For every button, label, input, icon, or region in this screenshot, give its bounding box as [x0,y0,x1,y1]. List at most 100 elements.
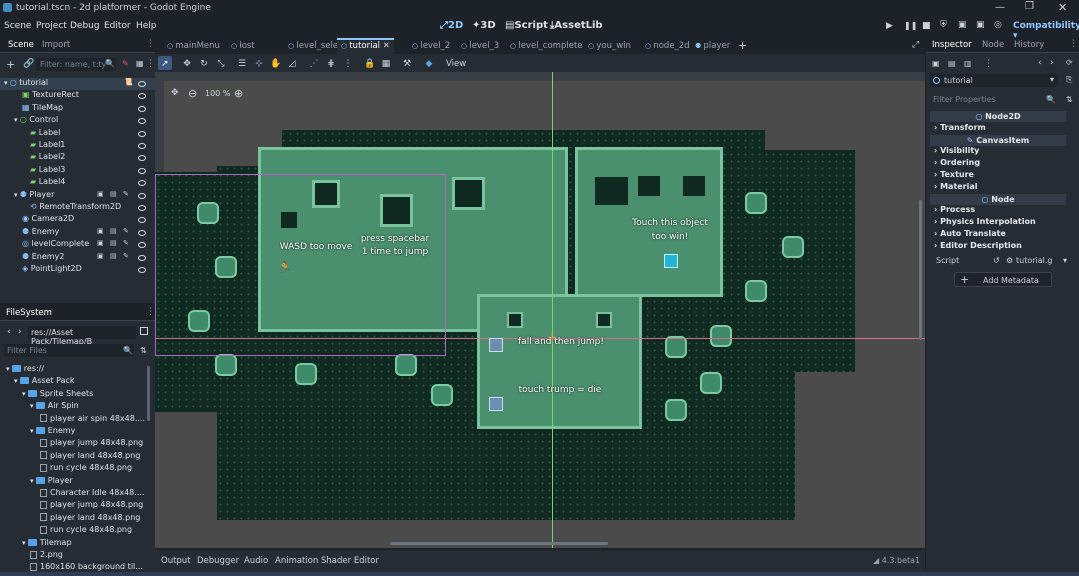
scene-node-pointlight2d[interactable]: ◈ PointLight2D [22,264,82,276]
scene-tab-you_win[interactable]: ○ you_win [584,38,635,54]
file-item[interactable]: player land 48x48.png [40,451,140,460]
snap-options-icon[interactable]: ⋮ [343,59,353,69]
filter-options-icon[interactable]: ▦ [136,59,144,68]
dock-menu-icon[interactable]: ⋮ [146,39,155,49]
instance-icon[interactable]: ▣ [97,252,104,260]
scale-icon[interactable]: ⤡ [216,59,226,69]
expand-arrow-icon[interactable]: ▾ [22,390,28,398]
section-editor-description[interactable]: › Editor Description [934,241,1022,250]
instance-icon[interactable]: ▣ [97,190,104,198]
add-node-icon[interactable]: + [6,58,15,71]
visibility-eye-icon[interactable] [138,93,146,100]
section-transform[interactable]: › Transform [934,123,986,132]
maximize-icon[interactable]: ❐ [1025,1,1034,12]
tab-history[interactable]: History [1014,40,1044,50]
visibility-eye-icon[interactable] [138,217,146,224]
visibility-eye-icon[interactable] [138,81,146,87]
skeleton-icon[interactable]: ⚒ [402,59,412,69]
inspector-menu-icon[interactable]: ⋮ [1069,39,1078,49]
file-item[interactable]: player jump 48x48.png [40,500,143,509]
file-item[interactable]: player air spin 48x48.... [40,414,145,423]
path-field[interactable]: res://Asset Pack/Tilemap/B [28,326,136,346]
viewport-v-scrollbar[interactable] [919,200,922,340]
pause-icon[interactable]: ❚❚ [904,21,917,30]
expand-arrow-icon[interactable]: ▾ [22,539,28,547]
filter-properties-input[interactable]: Filter Properties [930,93,1058,106]
visibility-eye-icon[interactable] [138,205,146,211]
move-icon[interactable]: ✥ [182,59,192,69]
visibility-eye-icon[interactable] [138,130,146,137]
visibility-eye-icon[interactable] [138,167,146,174]
forward-icon[interactable]: › [18,327,22,337]
scene-tab-tutorial[interactable]: ○ tutorial ✕ [337,38,394,54]
scene-node-texturerect[interactable]: ▣ TextureRect [22,90,79,102]
tab-shader-editor[interactable]: Shader Editor [321,556,379,566]
tab-animation[interactable]: Animation [275,556,318,566]
scene-filter-input[interactable]: Filter: name, t:ty [36,58,116,71]
scene-node-label[interactable]: ▰ Label [30,128,60,140]
script-attached-icon[interactable]: ✎ [123,190,129,198]
instance-icon[interactable]: ▣ [97,239,104,247]
viewport-h-scrollbar[interactable] [390,542,608,545]
split-view-icon[interactable] [140,327,148,335]
script-attached-icon[interactable]: 📜 [124,78,133,86]
script-icon[interactable]: ✎ [122,59,129,68]
level-complete-object[interactable] [664,254,678,268]
expand-arrow-icon[interactable]: ▾ [30,477,36,485]
visibility-eye-icon[interactable] [138,242,146,249]
ruler-icon[interactable]: ◿ [287,59,297,69]
visibility-eye-icon[interactable] [138,155,146,162]
folder-item[interactable]: ▾ Player [30,476,73,485]
scene-tab-level_complete[interactable]: ○ level_complete [506,38,587,54]
section-process[interactable]: › Process [934,205,975,214]
remote-debug-icon[interactable]: ⛨ [940,20,947,30]
sort-icon[interactable]: ⇅ [140,346,147,355]
scene-node-label1[interactable]: ▰ Label1 [30,140,65,152]
group-icon[interactable]: ▦ [381,59,391,69]
tab-debugger[interactable]: Debugger [197,556,239,566]
play-scene-icon[interactable]: ▣ [976,20,985,30]
file-item[interactable]: player jump 48x48.png [40,438,143,447]
filesystem-menu-icon[interactable]: ⋮ [146,307,155,317]
resource-menu-icon[interactable]: ⋮ [984,59,993,69]
scene-node-label3[interactable]: ▰ Label3 [30,165,65,177]
signals-icon[interactable]: ▤ [110,252,117,260]
folder-item[interactable]: ▾ Air Spin [30,401,79,410]
scene-node-remotetransform2d[interactable]: ⟲ RemoteTransform2D [30,202,121,214]
scene-node-tilemap[interactable]: ▦ TileMap [22,103,63,115]
folder-item[interactable]: ▾ Asset Pack [14,376,75,385]
play-icon[interactable]: ▶ [886,21,893,31]
camera-override-icon[interactable]: ◆ [424,59,434,69]
scene-tab-player[interactable]: ⚉ player [691,38,734,54]
section-auto-translate[interactable]: › Auto Translate [934,229,1006,238]
section-visibility[interactable]: › Visibility [934,146,979,155]
tab-output[interactable]: Output [161,556,191,566]
section-texture[interactable]: › Texture [934,170,974,179]
chevron-down-icon[interactable]: ▾ [1063,256,1067,265]
revert-icon[interactable]: ↺ [993,256,1000,265]
filesystem-scrollbar[interactable] [147,366,150,421]
tab-node[interactable]: Node [982,40,1004,50]
doc-icon[interactable]: ⎘ [1066,75,1072,85]
close-tab-icon[interactable]: ✕ [380,41,390,51]
file-item[interactable]: 2.png [30,550,63,559]
section-ordering[interactable]: › Ordering [934,158,980,167]
scene-tab-level_3[interactable]: ○ level_3 [457,38,503,54]
zoom-level[interactable]: 100 % [205,89,230,98]
scene-tab-mainmenu[interactable]: ○ mainMenu [163,38,224,54]
scene-tab-node_2d[interactable]: ○ node_2d [641,38,694,54]
scene-node-camera2d[interactable]: ◉ Camera2D [22,214,74,226]
enemy-sprite[interactable] [489,338,503,352]
instance-icon[interactable]: ▣ [97,227,104,235]
visibility-eye-icon[interactable] [138,229,146,236]
file-item[interactable]: Character Idle 48x48.... [40,488,144,497]
add-metadata-button[interactable]: + Add Metadata [954,272,1052,287]
history-back-icon[interactable]: ‹ [1038,58,1042,68]
scene-node-enemy[interactable]: ⚉ Enemy [22,227,59,239]
workspace-assetlib[interactable]: ⤓AssetLib [550,20,603,31]
tab-filesystem[interactable]: FileSystem [6,308,52,318]
folder-item[interactable]: ▾ res:// [6,364,44,373]
menu-project[interactable]: Project [36,21,67,31]
tab-inspector[interactable]: Inspector [932,40,972,50]
lock-icon[interactable]: 🔒 [364,59,375,69]
